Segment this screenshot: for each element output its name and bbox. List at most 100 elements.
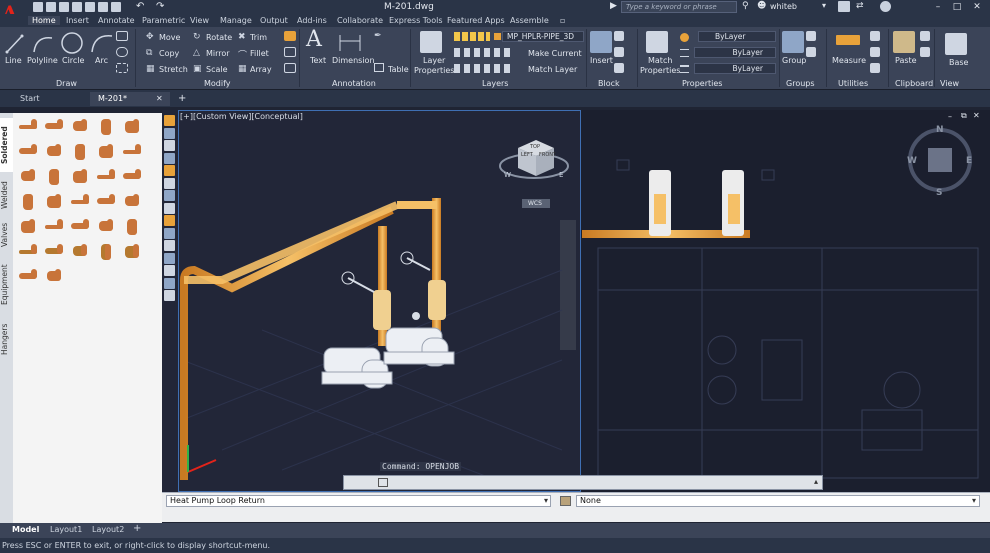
circle-button[interactable]: Circle xyxy=(62,56,84,65)
ungroup-icon[interactable] xyxy=(806,31,816,41)
compass-n[interactable]: N xyxy=(936,125,944,135)
rectangle-icon[interactable] xyxy=(116,31,128,41)
layer-properties-label-1[interactable]: Layer xyxy=(423,56,445,65)
file-tab-start[interactable]: Start xyxy=(12,92,88,106)
fitting-tool[interactable] xyxy=(43,142,65,162)
insert-button[interactable]: Insert xyxy=(590,56,613,65)
arc-button[interactable]: Arc xyxy=(95,56,108,65)
toolstrip-icon[interactable] xyxy=(164,240,175,251)
layer-state-icons[interactable] xyxy=(454,32,490,41)
clipboard-panel-title[interactable]: Clipboard xyxy=(895,79,933,88)
viewport-minimize-icon[interactable]: – xyxy=(948,112,952,121)
add-layout-icon[interactable]: + xyxy=(133,523,141,534)
command-prompt-icon[interactable] xyxy=(378,478,388,487)
ribbon-toggle-icon[interactable]: ▫ xyxy=(560,16,565,25)
palette-tab-hangers[interactable]: Hangers xyxy=(0,317,13,361)
viewport-restore-icon[interactable]: ⧉ xyxy=(961,111,967,121)
toolstrip-icon[interactable] xyxy=(164,152,175,164)
color-dropdown[interactable]: ByLayer xyxy=(698,31,776,42)
layout-tab-layout1[interactable]: Layout1 xyxy=(50,525,82,534)
base-button[interactable]: Base xyxy=(949,58,968,67)
viewport-controls-label[interactable]: [+][Custom View][Conceptual] xyxy=(180,112,303,121)
match-properties-label-2[interactable]: Properties xyxy=(640,66,680,75)
property-value-arrow-icon[interactable]: ▾ xyxy=(972,496,976,505)
share-icon[interactable] xyxy=(85,2,95,12)
fitting-tool[interactable] xyxy=(17,142,39,162)
draw-panel-title[interactable]: Draw xyxy=(56,79,77,88)
save-icon[interactable] xyxy=(59,2,69,12)
fitting-tool[interactable] xyxy=(43,192,65,212)
toolstrip-icon[interactable] xyxy=(164,277,175,289)
viewport-close-icon[interactable]: ✕ xyxy=(973,111,980,120)
edit-block-icon[interactable] xyxy=(614,47,624,57)
create-block-icon[interactable] xyxy=(614,31,624,41)
fitting-tool[interactable] xyxy=(43,242,65,262)
toolstrip-icon[interactable] xyxy=(164,215,175,226)
tab-add-ins[interactable]: Add-ins xyxy=(297,16,327,25)
fitting-tool[interactable] xyxy=(43,267,65,287)
tab-collaborate[interactable]: Collaborate xyxy=(337,16,383,25)
tab-home[interactable]: Home xyxy=(28,16,60,25)
tab-output[interactable]: Output xyxy=(260,16,288,25)
match-layer-button[interactable]: Match Layer xyxy=(528,65,577,74)
paste-button[interactable]: Paste xyxy=(895,56,917,65)
toolstrip-icon[interactable] xyxy=(164,127,175,139)
palette-tab-soldered[interactable]: Soldered xyxy=(0,118,13,172)
print-icon[interactable] xyxy=(111,2,121,12)
fitting-tool[interactable] xyxy=(43,217,65,237)
fitting-tool[interactable] xyxy=(43,117,65,137)
stretch-button[interactable]: Stretch xyxy=(159,65,188,74)
dimension-icon[interactable] xyxy=(338,31,362,53)
leader-icon[interactable]: ✒ xyxy=(374,31,382,41)
fitting-tool[interactable] xyxy=(95,117,117,137)
save-as-icon[interactable] xyxy=(72,2,82,12)
tab-manage[interactable]: Manage xyxy=(220,16,252,25)
toolstrip-icon[interactable] xyxy=(164,177,175,189)
command-input[interactable]: ▴ xyxy=(343,475,823,490)
fitting-tool[interactable] xyxy=(17,267,39,287)
tab-annotate[interactable]: Annotate xyxy=(98,16,135,25)
draw-icons[interactable] xyxy=(4,30,124,58)
fitting-tool[interactable] xyxy=(95,242,117,262)
fitting-tool[interactable] xyxy=(69,142,91,162)
search-input[interactable]: Type a keyword or phrase xyxy=(621,1,737,13)
toolstrip-icon[interactable] xyxy=(164,265,175,276)
maximize-icon[interactable]: □ xyxy=(951,1,963,13)
compass-e[interactable]: E xyxy=(966,156,972,166)
layer-tools-row1[interactable] xyxy=(454,48,510,57)
rotate-button[interactable]: Rotate xyxy=(206,33,232,42)
tab-assemble[interactable]: Assemble xyxy=(510,16,549,25)
palette-tab-equipment[interactable]: Equipment xyxy=(0,255,13,315)
close-tab-icon[interactable]: ✕ xyxy=(156,94,163,103)
group-icon[interactable] xyxy=(782,31,804,53)
fitting-tool[interactable] xyxy=(121,142,143,162)
toolstrip-icon[interactable] xyxy=(164,115,175,126)
plot-icon[interactable] xyxy=(98,2,108,12)
fitting-tool[interactable] xyxy=(121,192,143,212)
layers-panel-title[interactable]: Layers xyxy=(482,79,508,88)
paste-icon[interactable] xyxy=(893,31,915,53)
id-point-icon[interactable] xyxy=(870,63,880,73)
fitting-tool[interactable] xyxy=(17,117,39,137)
scale-button[interactable]: Scale xyxy=(206,65,228,74)
linetype-dropdown[interactable]: ByLayer xyxy=(694,47,776,58)
tab-insert[interactable]: Insert xyxy=(66,16,89,25)
help-icon[interactable] xyxy=(880,1,891,12)
layer-dropdown[interactable]: MP_HPLR-PIPE_3D xyxy=(502,31,584,42)
layer-select-arrow-icon[interactable]: ▾ xyxy=(544,496,548,505)
annotation-panel-title[interactable]: Annotation xyxy=(332,79,376,88)
block-panel-title[interactable]: Block xyxy=(598,79,620,88)
toolstrip-icon[interactable] xyxy=(164,165,175,176)
groups-panel-title[interactable]: Groups xyxy=(786,79,815,88)
text-button[interactable]: Text xyxy=(310,56,326,65)
layout-tab-model[interactable]: Model xyxy=(12,525,39,534)
palette-tab-welded[interactable]: Welded xyxy=(0,175,13,215)
lineweight-dropdown[interactable]: ByLayer xyxy=(694,63,776,74)
minimize-icon[interactable]: – xyxy=(932,1,944,13)
fitting-tool[interactable] xyxy=(17,217,39,237)
fitting-tool[interactable] xyxy=(17,167,39,187)
user-name[interactable]: whiteb xyxy=(770,2,797,11)
layout-tab-layout2[interactable]: Layout2 xyxy=(92,525,124,534)
ellipse-icon[interactable] xyxy=(116,47,128,57)
toolstrip-icon[interactable] xyxy=(164,202,175,214)
